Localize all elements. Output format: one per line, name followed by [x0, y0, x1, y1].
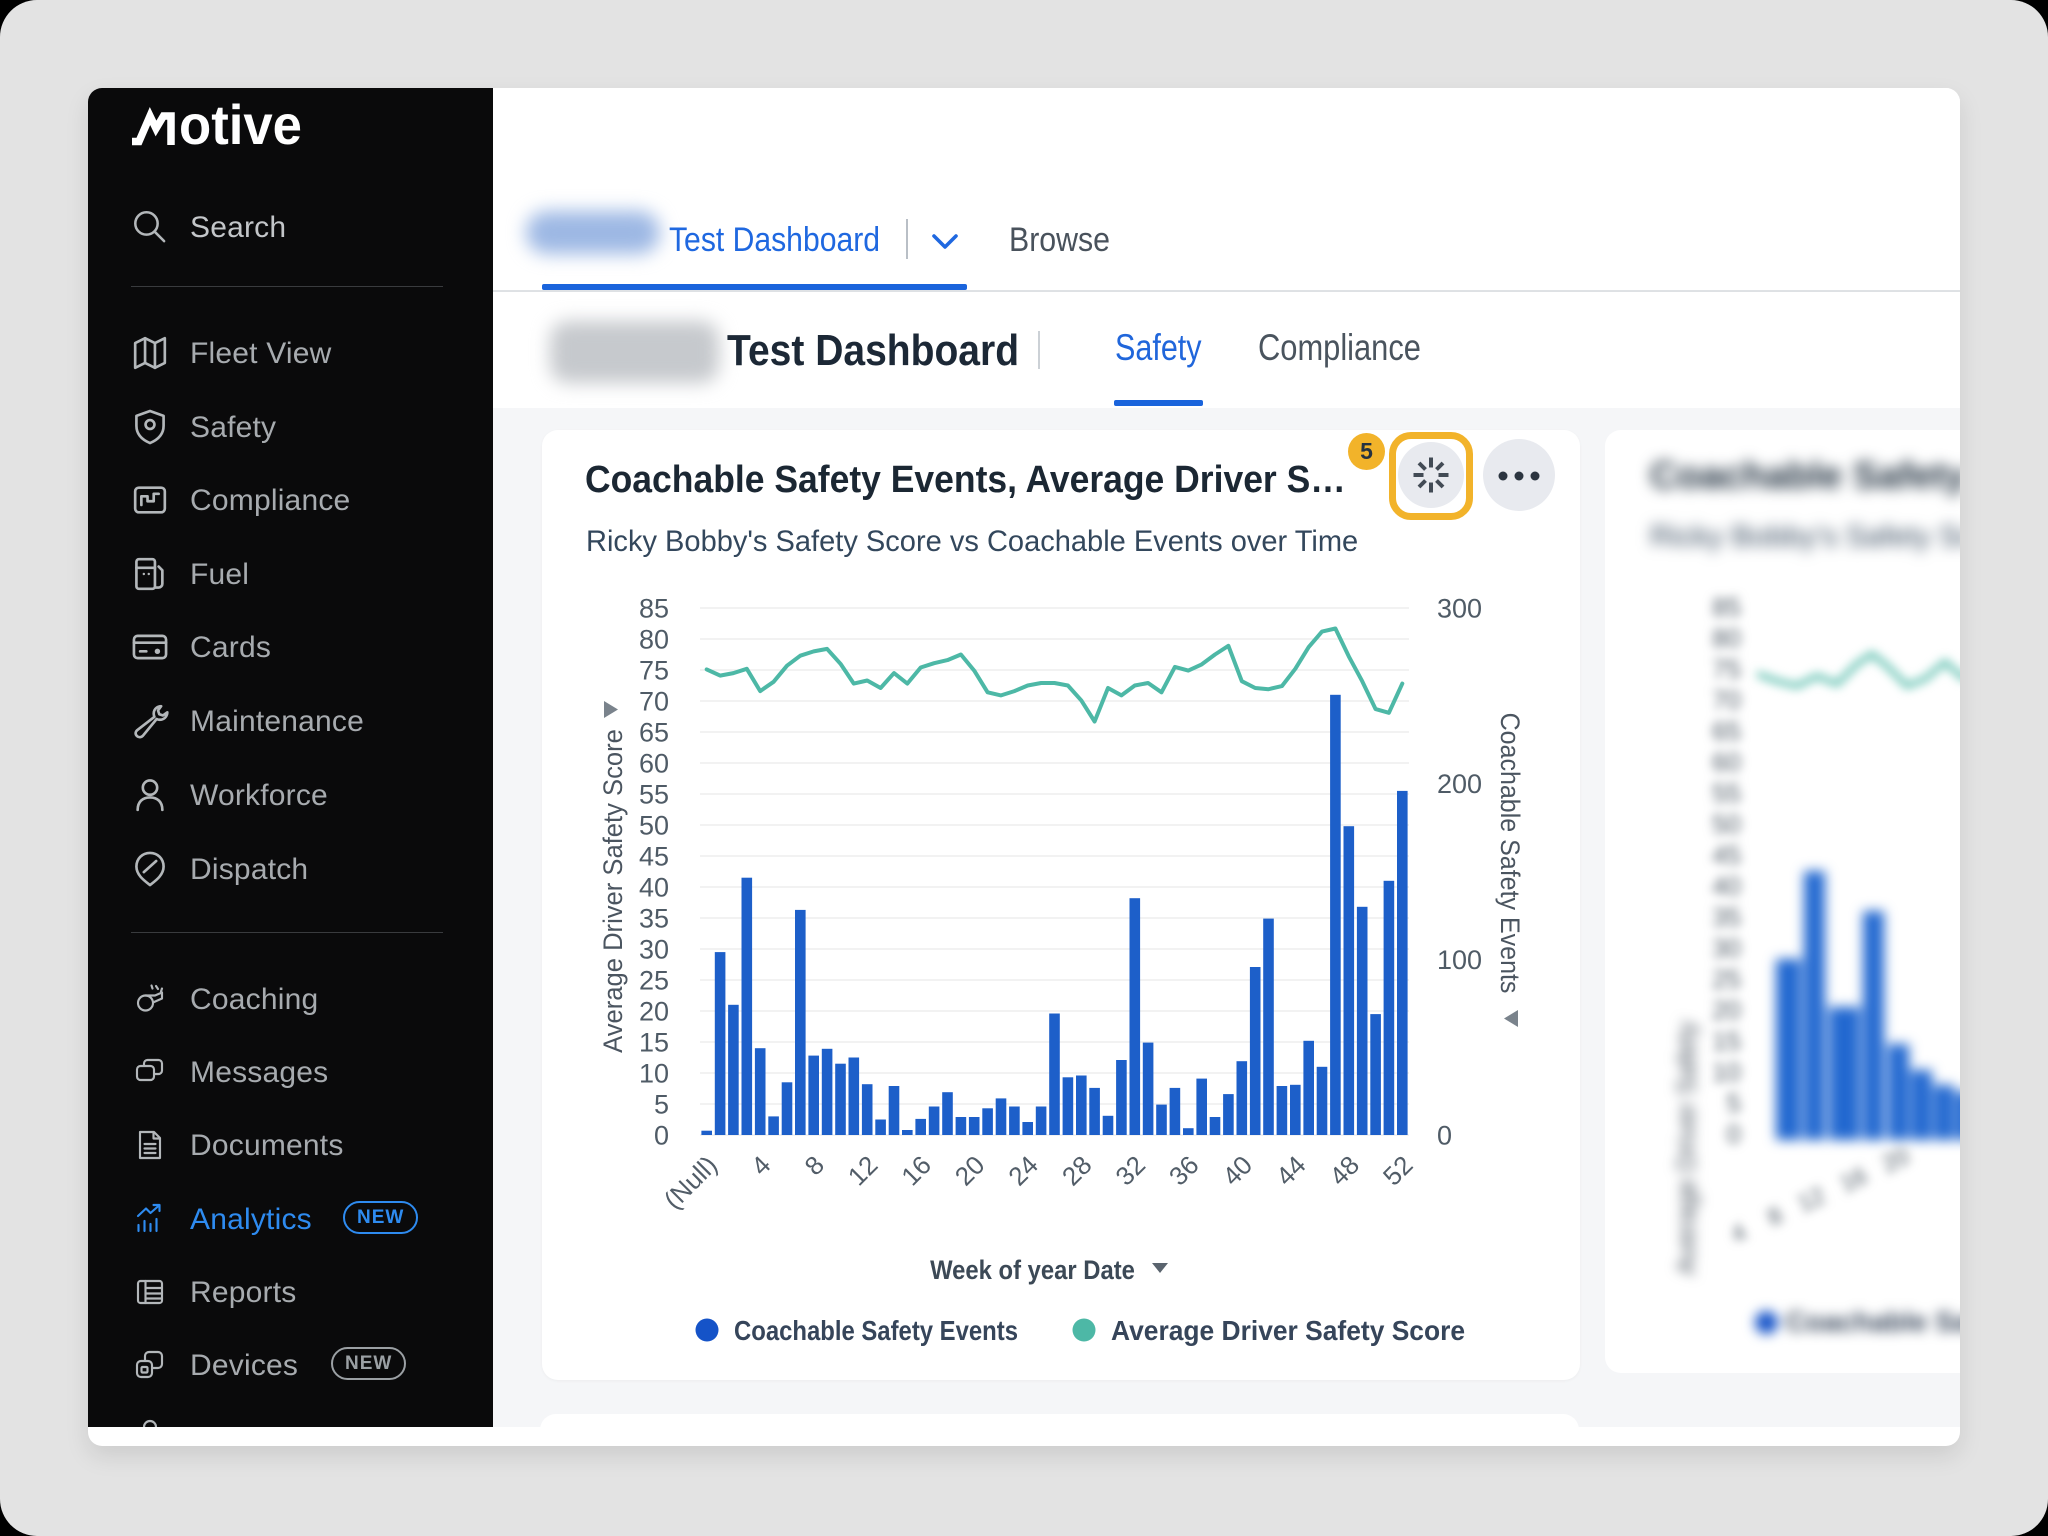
svg-text:200: 200	[1437, 769, 1482, 799]
svg-text:80: 80	[639, 625, 669, 655]
svg-text:65: 65	[639, 718, 669, 748]
svg-text:Coachable Safety Events: Coachable Safety Events	[734, 1314, 1018, 1346]
svg-text:100: 100	[1437, 945, 1482, 975]
svg-text:24: 24	[1002, 1150, 1044, 1192]
svg-text:55: 55	[639, 780, 669, 810]
svg-text:12: 12	[842, 1150, 884, 1192]
svg-text:60: 60	[639, 749, 669, 779]
svg-text:28: 28	[1056, 1150, 1098, 1192]
svg-text:Week of year Date: Week of year Date	[930, 1256, 1135, 1286]
svg-text:300: 300	[1437, 594, 1482, 624]
svg-text:52: 52	[1377, 1150, 1419, 1192]
svg-text:50: 50	[639, 811, 669, 841]
svg-text:8: 8	[799, 1150, 830, 1181]
svg-text:Average Driver Safety Score: Average Driver Safety Score	[1111, 1314, 1465, 1346]
svg-text:0: 0	[654, 1121, 669, 1151]
svg-text:Coachable Safety Events: Coachable Safety Events	[1495, 713, 1526, 994]
svg-text:40: 40	[1216, 1150, 1258, 1192]
svg-text:10: 10	[639, 1059, 669, 1089]
svg-text:0: 0	[1437, 1121, 1452, 1151]
svg-text:20: 20	[949, 1150, 991, 1192]
svg-text:44: 44	[1270, 1150, 1312, 1192]
svg-text:32: 32	[1109, 1150, 1151, 1192]
svg-text:70: 70	[639, 687, 669, 717]
svg-text:40: 40	[639, 873, 669, 903]
svg-text:5: 5	[654, 1090, 669, 1120]
svg-text:48: 48	[1323, 1150, 1365, 1192]
svg-text:85: 85	[639, 594, 669, 624]
svg-text:30: 30	[639, 935, 669, 965]
svg-text:20: 20	[639, 997, 669, 1027]
svg-text:4: 4	[745, 1150, 776, 1181]
svg-text:25: 25	[639, 966, 669, 996]
svg-text:16: 16	[895, 1150, 937, 1192]
svg-text:15: 15	[639, 1028, 669, 1058]
svg-text:75: 75	[639, 656, 669, 686]
svg-text:35: 35	[639, 904, 669, 934]
svg-text:45: 45	[639, 842, 669, 872]
svg-text:(Null): (Null)	[658, 1150, 723, 1215]
svg-text:36: 36	[1163, 1150, 1205, 1192]
svg-text:Average Driver Safety Score: Average Driver Safety Score	[597, 729, 628, 1053]
